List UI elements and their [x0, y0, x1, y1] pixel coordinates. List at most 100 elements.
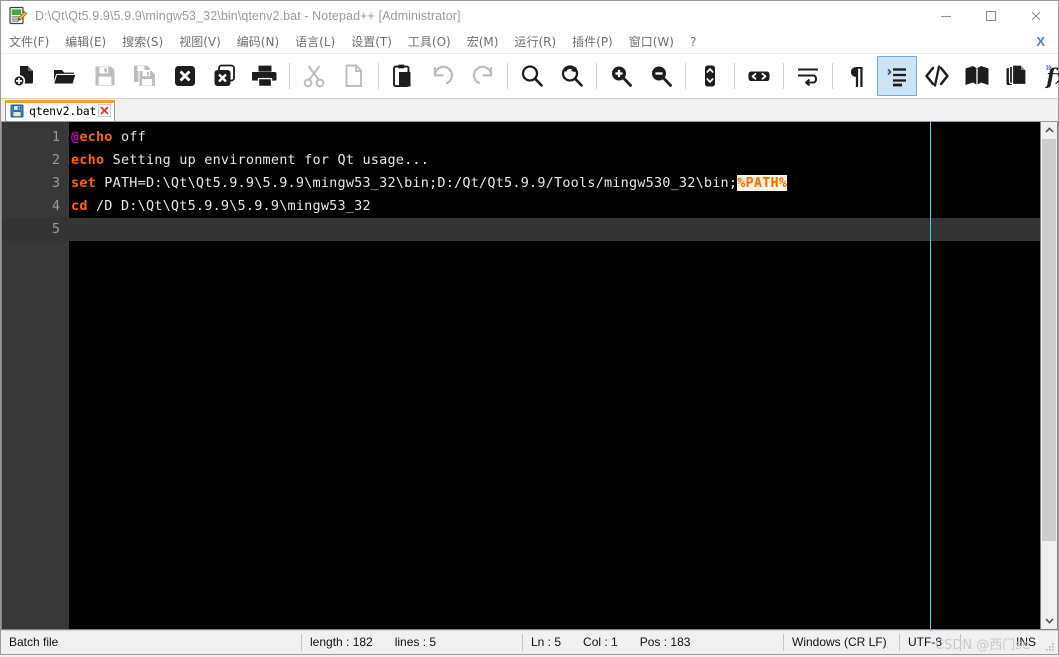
status-pos: Pos : 183 [639, 635, 691, 649]
code-line: @echo off [71, 126, 146, 149]
paste-button[interactable] [383, 56, 423, 96]
status-ln: Ln : 5 [531, 635, 562, 649]
close-button[interactable] [1013, 1, 1058, 31]
close-all-button[interactable] [205, 56, 245, 96]
menu-encoding[interactable]: 编码(N) [229, 31, 287, 53]
menu-macro[interactable]: 宏(M) [459, 31, 507, 53]
code-line: cd /D D:\Qt\Qt5.9.9\5.9.9\mingw53_32 [71, 195, 371, 218]
menu-plugins[interactable]: 插件(P) [564, 31, 621, 53]
code-token-cmd: echo [71, 152, 105, 168]
toolbar-separator [596, 63, 597, 89]
toolbar: ¶fx» [1, 54, 1059, 99]
sync-horizontal-scroll-button[interactable] [739, 56, 779, 96]
toolbar-separator [378, 63, 379, 89]
document-list-button[interactable] [997, 56, 1037, 96]
word-wrap-button[interactable] [788, 56, 828, 96]
menu-settings[interactable]: 设置(T) [343, 31, 400, 53]
tab-close-icon[interactable] [98, 104, 112, 117]
open-file-button[interactable] [45, 56, 85, 96]
menu-view[interactable]: 视图(V) [171, 31, 229, 53]
copy-button [334, 56, 374, 96]
indent-guide-button[interactable] [877, 56, 917, 96]
save-all-icon [132, 63, 158, 89]
document-map-icon [964, 63, 990, 89]
zoom-in-icon [608, 63, 634, 89]
menu-language[interactable]: 语言(L) [287, 31, 343, 53]
replace-icon [559, 63, 585, 89]
menu-run[interactable]: 运行(R) [506, 31, 564, 53]
status-col: Col : 1 [583, 635, 618, 649]
status-encoding[interactable]: UTF-8 [900, 631, 960, 654]
copy-icon [341, 63, 367, 89]
scroll-up-icon[interactable] [1041, 122, 1057, 139]
print-button[interactable] [245, 56, 285, 96]
title-bar: D:\Qt\Qt5.9.9\5.9.9\mingw53_32\bin\qtenv… [1, 1, 1058, 31]
menu-tools[interactable]: 工具(O) [400, 31, 459, 53]
toolbar-separator [734, 63, 735, 89]
menu-bar: 文件(F) 编辑(E) 搜索(S) 视图(V) 编码(N) 语言(L) 设置(T) 工具(O)… [1, 31, 1058, 54]
code-token-cmd: cd [71, 198, 88, 214]
open-file-icon [52, 63, 78, 89]
status-caret-position: Ln : 5 Col : 1 Pos : 183 [523, 631, 783, 654]
new-file-button[interactable] [5, 56, 45, 96]
save-icon [92, 63, 118, 89]
code-token-plain: PATH=D:\Qt\Qt5.9.9\5.9.9\mingw53_32\bin;… [95, 175, 738, 191]
cut-icon [301, 63, 327, 89]
tag-match-button[interactable] [917, 56, 957, 96]
close-document-button[interactable]: X [1031, 33, 1050, 51]
minimize-button[interactable] [923, 1, 968, 31]
status-file-type: Batch file [9, 635, 59, 649]
tab-qtenv2-bat[interactable]: qtenv2.bat [5, 100, 116, 121]
maximize-button[interactable] [968, 1, 1013, 31]
code-canvas[interactable]: @echo off echo Setting up environment for… [69, 122, 1040, 629]
code-token-plain: off [112, 129, 146, 145]
saved-file-icon [10, 104, 24, 118]
undo-button [423, 56, 463, 96]
close-file-icon [172, 63, 198, 89]
line-number: 5 [51, 221, 60, 237]
indent-guide-icon [884, 63, 910, 89]
menu-search[interactable]: 搜索(S) [114, 31, 171, 53]
document-map-button[interactable] [957, 56, 997, 96]
scroll-down-icon[interactable] [1041, 612, 1057, 629]
show-all-characters-button[interactable]: ¶ [837, 56, 877, 96]
close-all-icon [212, 63, 238, 89]
menu-file[interactable]: 文件(F) [1, 31, 57, 53]
resize-grip[interactable] [1043, 639, 1055, 651]
zoom-in-button[interactable] [601, 56, 641, 96]
show-all-characters-icon: ¶ [844, 63, 870, 89]
vertical-scrollbar[interactable] [1040, 122, 1057, 629]
zoom-out-button[interactable] [641, 56, 681, 96]
svg-text:¶: ¶ [849, 63, 864, 89]
scrollbar-track[interactable] [1041, 139, 1057, 612]
code-token-cmd: set [71, 175, 96, 191]
code-token-plain: Setting up environment for Qt usage... [104, 152, 430, 168]
current-line-highlight [69, 218, 1040, 241]
sync-vertical-scroll-icon [697, 63, 723, 89]
menu-help[interactable]: ? [682, 31, 704, 53]
paste-icon [390, 63, 416, 89]
save-button [85, 56, 125, 96]
toolbar-overflow-icon[interactable]: » [1045, 60, 1052, 74]
replace-button[interactable] [552, 56, 592, 96]
word-wrap-icon [795, 63, 821, 89]
save-all-button [125, 56, 165, 96]
editor-area[interactable]: 12345 @echo off echo Setting up environme… [1, 122, 1058, 630]
menu-window[interactable]: 窗口(W) [621, 31, 682, 53]
sync-vertical-scroll-button[interactable] [690, 56, 730, 96]
edge-column-marker [930, 122, 931, 629]
sync-horizontal-scroll-icon [746, 63, 772, 89]
status-bar: Batch file length : 182 lines : 5 Ln : 5… [1, 630, 1058, 654]
redo-button [463, 56, 503, 96]
line-number: 1 [51, 129, 60, 145]
close-file-button[interactable] [165, 56, 205, 96]
toolbar-separator [685, 63, 686, 89]
code-line: echo Setting up environment for Qt usage… [71, 149, 429, 172]
line-number: 2 [51, 152, 60, 168]
code-token-var: %PATH% [737, 175, 788, 191]
find-button[interactable] [512, 56, 552, 96]
menu-edit[interactable]: 编辑(E) [57, 31, 114, 53]
status-eol[interactable]: Windows (CR LF) [784, 631, 899, 654]
scrollbar-thumb[interactable] [1042, 139, 1056, 542]
line-number-gutter: 1 2 3 4 5 [2, 122, 69, 629]
